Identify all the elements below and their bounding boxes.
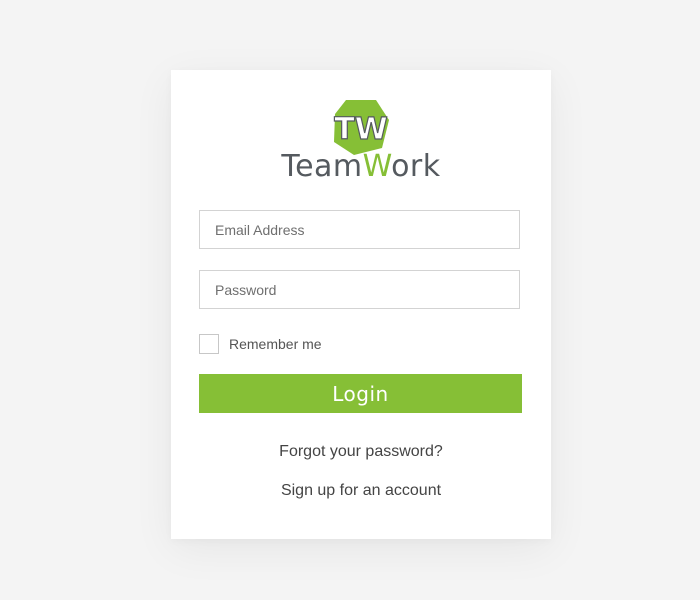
- signup-link[interactable]: Sign up for an account: [171, 482, 551, 500]
- login-page: TW TeamWork Remember me Login Forgot you…: [0, 0, 700, 600]
- brand-name-part1: Team: [281, 149, 363, 184]
- remember-me-label: Remember me: [229, 336, 322, 352]
- forgot-password-link[interactable]: Forgot your password?: [171, 443, 551, 461]
- brand-name-part2: W: [362, 149, 392, 184]
- login-button[interactable]: Login: [199, 374, 522, 413]
- email-field: [199, 210, 520, 249]
- logo-letters: TW: [334, 112, 388, 147]
- brand-name: TeamWork: [171, 150, 551, 184]
- login-card: TW TeamWork Remember me Login Forgot you…: [171, 70, 551, 539]
- remember-me-checkbox[interactable]: [199, 334, 219, 354]
- teamwork-logo: TW TeamWork: [171, 98, 551, 188]
- password-field: [199, 270, 520, 309]
- remember-me[interactable]: Remember me: [199, 333, 322, 355]
- email-input[interactable]: [200, 211, 519, 248]
- brand-name-part3: ork: [391, 149, 441, 184]
- password-input[interactable]: [200, 271, 519, 308]
- teamwork-hexagon-logo-icon: TW: [332, 98, 390, 156]
